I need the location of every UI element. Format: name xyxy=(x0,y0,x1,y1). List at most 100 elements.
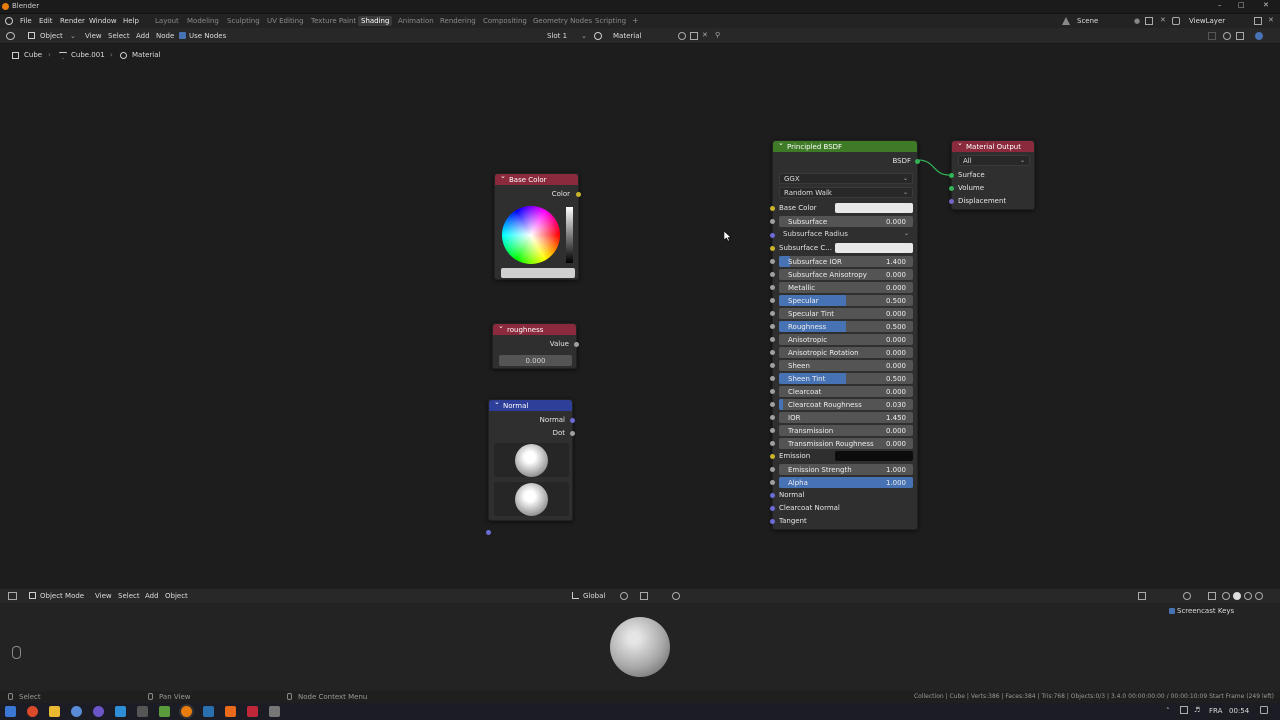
subsurface-radius-field[interactable]: Subsurface Radius ⌄ xyxy=(779,229,913,240)
overlay-toggle-icon[interactable] xyxy=(1183,592,1191,600)
input-emission-socket[interactable] xyxy=(770,454,775,459)
tab-texture-paint[interactable]: Texture Paint xyxy=(311,17,356,25)
output-color-socket[interactable] xyxy=(576,192,581,197)
node-roughness[interactable]: roughness Value 0.000 xyxy=(492,322,579,369)
output-value-socket[interactable] xyxy=(574,342,579,347)
app-icon[interactable] xyxy=(137,706,148,717)
input-subsurface-color-socket[interactable] xyxy=(770,246,775,251)
input-tangent-socket[interactable] xyxy=(770,519,775,524)
emission-strength-field[interactable]: Emission Strength 1.000 xyxy=(779,464,913,475)
shading-rendered-icon[interactable] xyxy=(1255,592,1263,600)
node-title[interactable]: Base Color xyxy=(495,172,578,185)
tab-rendering[interactable]: Rendering xyxy=(440,17,476,25)
object-mode-selector[interactable]: Object Mode xyxy=(40,592,84,600)
input-socket[interactable] xyxy=(770,259,775,264)
tab-scripting[interactable]: Scripting xyxy=(595,17,626,25)
output-bsdf-socket[interactable] xyxy=(915,159,920,164)
sidebar-toggle-icon[interactable] xyxy=(1255,32,1263,40)
blender-taskbar-icon[interactable] xyxy=(181,706,192,717)
viewlayer-selector[interactable]: ViewLayer xyxy=(1189,17,1225,25)
input-clearcoat-normal-socket[interactable] xyxy=(770,506,775,511)
sphere-object[interactable] xyxy=(610,617,670,677)
bsdf-field[interactable]: IOR 1.450 xyxy=(779,412,913,423)
node-title[interactable]: Principled BSDF xyxy=(773,139,917,152)
pin-icon[interactable]: ● xyxy=(1134,17,1140,25)
app-icon[interactable] xyxy=(115,706,126,717)
menu-add[interactable]: Add xyxy=(136,32,150,40)
node-title[interactable]: Material Output xyxy=(952,139,1034,152)
gizmo-toggle-icon[interactable] xyxy=(1138,592,1146,600)
screencast-keys-checkbox[interactable] xyxy=(1169,608,1175,614)
duplicate-material-icon[interactable] xyxy=(690,32,698,40)
node-editor-canvas[interactable]: Cube › Cube.001 › Material Base Color Co… xyxy=(0,44,1280,584)
input-socket[interactable] xyxy=(770,389,775,394)
tab-compositing[interactable]: Compositing xyxy=(483,17,527,25)
new-scene-icon[interactable] xyxy=(1145,17,1153,25)
app-icon[interactable] xyxy=(159,706,170,717)
bsdf-field[interactable]: Clearcoat Roughness 0.030 xyxy=(779,399,913,410)
output-dot-socket[interactable] xyxy=(570,431,575,436)
start-menu-icon[interactable] xyxy=(5,706,16,717)
notifications-icon[interactable] xyxy=(1260,706,1268,714)
input-socket[interactable] xyxy=(770,415,775,420)
bsdf-field[interactable]: Subsurface IOR 1.400 xyxy=(779,256,913,267)
input-emission-strength-socket[interactable] xyxy=(770,467,775,472)
node-principled-bsdf[interactable]: Principled BSDF BSDF GGX ⌄ Random Walk ⌄… xyxy=(770,139,920,530)
material-sphere-icon[interactable] xyxy=(594,32,602,40)
brave-browser-icon[interactable] xyxy=(27,706,38,717)
app-icon[interactable] xyxy=(71,706,82,717)
minimize-button[interactable]: – xyxy=(1218,1,1222,9)
close-button[interactable]: ✕ xyxy=(1263,1,1269,9)
scene-selector[interactable]: Scene xyxy=(1077,17,1098,25)
bsdf-field[interactable]: Sheen 0.000 xyxy=(779,360,913,371)
input-socket[interactable] xyxy=(770,350,775,355)
tab-animation[interactable]: Animation xyxy=(398,17,434,25)
blender-menu-icon[interactable] xyxy=(5,17,13,25)
add-workspace-button[interactable]: + xyxy=(632,16,639,25)
menu-render[interactable]: Render xyxy=(60,17,85,25)
tray-chevron-up-icon[interactable]: ˄ xyxy=(1166,707,1170,715)
input-socket[interactable] xyxy=(770,337,775,342)
bsdf-field[interactable]: Transmission 0.000 xyxy=(779,425,913,436)
bsdf-field[interactable]: Specular Tint 0.000 xyxy=(779,308,913,319)
bsdf-field[interactable]: Metallic 0.000 xyxy=(779,282,913,293)
menu-view[interactable]: View xyxy=(85,32,102,40)
overlay-settings-icon[interactable] xyxy=(1236,32,1244,40)
volume-icon[interactable]: ♬ xyxy=(1194,706,1200,714)
input-socket[interactable] xyxy=(770,441,775,446)
distribution-dropdown[interactable]: GGX ⌄ xyxy=(779,173,913,184)
xray-toggle-icon[interactable] xyxy=(1208,592,1216,600)
subsurface-method-dropdown[interactable]: Random Walk ⌄ xyxy=(779,187,913,198)
node-base-color[interactable]: Base Color Color xyxy=(494,172,581,280)
bsdf-field[interactable]: Subsurface Anisotropy 0.000 xyxy=(779,269,913,280)
output-normal-socket[interactable] xyxy=(570,418,575,423)
input-normal-socket[interactable] xyxy=(770,493,775,498)
tab-modeling[interactable]: Modeling xyxy=(187,17,219,25)
tab-shading[interactable]: Shading xyxy=(358,16,393,26)
viewport-menu-object[interactable]: Object xyxy=(165,592,188,600)
app-icon[interactable] xyxy=(247,706,258,717)
material-name-field[interactable]: Material xyxy=(613,32,641,40)
tab-layout[interactable]: Layout xyxy=(155,17,179,25)
snap-icon[interactable] xyxy=(1208,32,1216,40)
input-socket[interactable] xyxy=(770,324,775,329)
brightness-slider[interactable] xyxy=(566,207,573,263)
node-material-output[interactable]: Material Output All ⌄ Surface Volume Dis… xyxy=(949,139,1035,210)
bsdf-field[interactable]: Clearcoat 0.000 xyxy=(779,386,913,397)
menu-select[interactable]: Select xyxy=(108,32,130,40)
3d-viewport[interactable]: Screencast Keys xyxy=(0,603,1280,691)
input-socket[interactable] xyxy=(770,363,775,368)
bsdf-field[interactable]: Specular 0.500 xyxy=(779,295,913,306)
new-viewlayer-icon[interactable] xyxy=(1254,17,1262,25)
discord-icon[interactable] xyxy=(93,706,104,717)
bsdf-field[interactable]: Roughness 0.500 xyxy=(779,321,913,332)
bsdf-field[interactable]: Anisotropic 0.000 xyxy=(779,334,913,345)
node-normal[interactable]: Normal Normal Dot xyxy=(486,398,575,535)
input-base-color-socket[interactable] xyxy=(770,206,775,211)
use-nodes-checkbox[interactable] xyxy=(179,32,186,39)
tab-uv-editing[interactable]: UV Editing xyxy=(267,17,304,25)
input-normal-socket[interactable] xyxy=(486,530,491,535)
snap-icon[interactable] xyxy=(640,592,648,600)
bsdf-field[interactable]: Anisotropic Rotation 0.000 xyxy=(779,347,913,358)
viewport-menu-add[interactable]: Add xyxy=(145,592,159,600)
